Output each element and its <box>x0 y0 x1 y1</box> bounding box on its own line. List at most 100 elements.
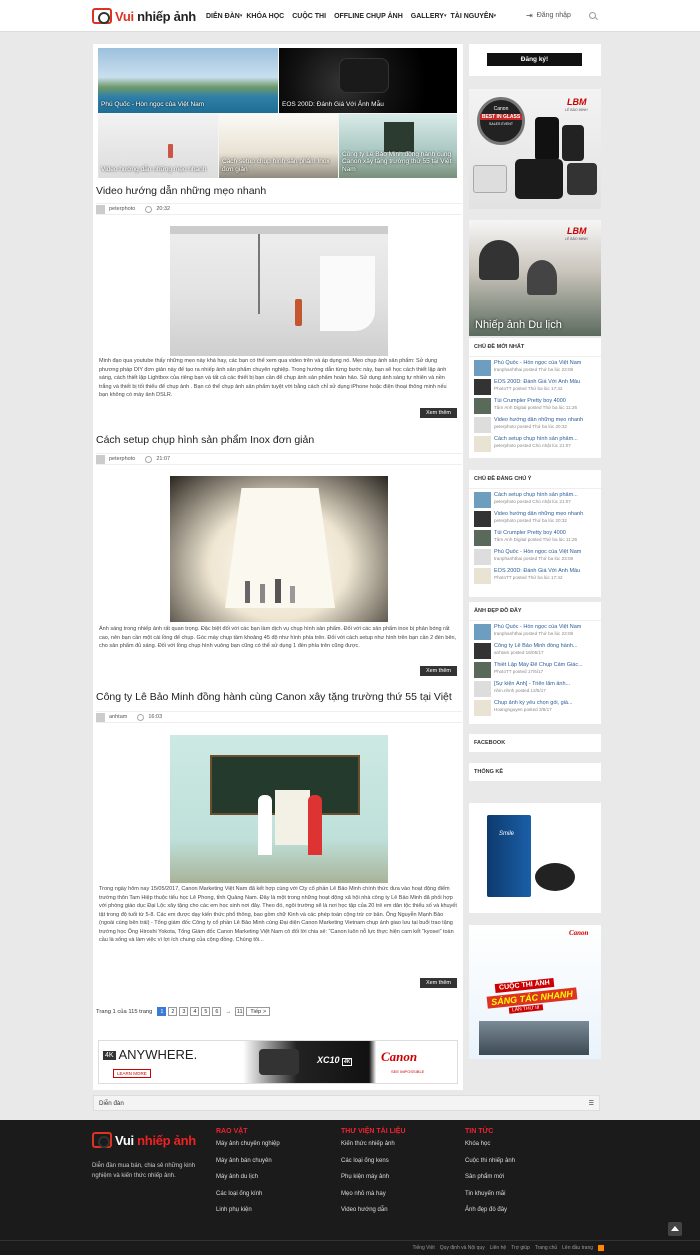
widget-item-title[interactable]: Cách setup chụp hình sản phẩm... <box>494 492 578 499</box>
thumbnail[interactable] <box>474 530 491 546</box>
widget-item-title[interactable]: Cách setup chụp hình sản phẩm... <box>494 436 578 443</box>
thumbnail[interactable] <box>474 417 491 433</box>
travel-photography-ad[interactable]: LBM LÊ BẢO MINH Nhiếp ảnh Du lịch <box>469 220 601 336</box>
footer-link[interactable]: Cuộc thi nhiếp ảnh <box>465 1158 515 1164</box>
page-last[interactable]: 11 <box>235 1007 245 1016</box>
footer-link[interactable]: Máy ảnh chuyên nghiệp <box>216 1141 280 1147</box>
footer-link[interactable]: Video hướng dẫn <box>341 1207 406 1213</box>
site-logo[interactable]: Vui nhiếp ảnh <box>92 6 196 26</box>
nav-khoa-hoc[interactable]: KHÓA HỌC <box>242 13 288 20</box>
widget-item-title[interactable]: Video hướng dẫn những mẹo nhanh <box>494 417 583 424</box>
article-image[interactable] <box>170 476 388 622</box>
slide-eos-200d[interactable]: EOS 200D: Đánh Giá Với Ảnh Mẫu <box>279 48 457 113</box>
widget-item-title[interactable]: Túi Crumpler Pretty boy 4000 <box>494 398 577 405</box>
article-title[interactable]: Công ty Lê Bảo Minh đồng hành cùng Canon… <box>96 691 452 703</box>
widget-item-title[interactable]: [Sự kiện Ảnh] - Triển lãm ảnh... <box>494 681 570 688</box>
photo-contest-ad[interactable]: Canon CUỘC THI ẢNH SÁNG TÁC NHANH LẦN TH… <box>469 925 601 1059</box>
slide-le-bao-minh[interactable]: Công ty Lê Bảo Minh đồng hành cùng Canon… <box>339 114 457 178</box>
thumbnail[interactable] <box>474 681 491 697</box>
article-image[interactable] <box>170 735 388 883</box>
widget-item-title[interactable]: Thiết Lập Máy Để Chụp Cảm Giác... <box>494 662 583 669</box>
footer-link[interactable]: Ảnh đẹp đó đây <box>465 1207 515 1213</box>
search-icon[interactable] <box>589 12 596 19</box>
widget-item[interactable]: Cách setup chụp hình sản phẩm... peterpho… <box>474 436 596 452</box>
footer-bottom-link[interactable]: Trợ giúp <box>511 1245 530 1251</box>
thumbnail[interactable] <box>474 398 491 414</box>
widget-item[interactable]: EOS 200D: Đánh Giá Với Ảnh Mẫu PhotoTT po… <box>474 568 596 584</box>
page-2[interactable]: 2 <box>168 1007 178 1016</box>
article-author[interactable]: anhtam <box>109 714 127 720</box>
footer-bottom-link[interactable]: Quy định và Nội quy <box>440 1245 485 1251</box>
widget-item-title[interactable]: Phú Quốc - Hòn ngọc của Việt Nam <box>494 549 581 556</box>
page-4[interactable]: 4 <box>190 1007 200 1016</box>
spyder-smile-ad[interactable]: Smile <box>469 803 601 913</box>
footer-link[interactable]: Tin khuyến mãi <box>465 1191 515 1197</box>
article-title[interactable]: Video hướng dẫn những mẹo nhanh <box>96 185 266 197</box>
footer-link[interactable]: Sản phẩm mới <box>465 1174 515 1180</box>
widget-item[interactable]: Video hướng dẫn những mẹo nhanh peterphot… <box>474 417 596 433</box>
nav-offline[interactable]: OFFLINE CHỤP ẢNH <box>330 13 407 20</box>
widget-item-title[interactable]: Phú Quốc - Hòn ngọc của Việt Nam <box>494 624 581 631</box>
footer-link[interactable]: Máy ảnh du lịch <box>216 1174 280 1180</box>
page-5[interactable]: 5 <box>201 1007 211 1016</box>
thumbnail[interactable] <box>474 643 491 659</box>
widget-item-title[interactable]: EOS 200D: Đánh Giá Với Ảnh Mẫu <box>494 568 580 575</box>
rss-icon[interactable] <box>598 1245 604 1251</box>
nav-tai-nguyen[interactable]: TÀI NGUYÊN <box>446 13 497 20</box>
nav-cuoc-thi[interactable]: CUỘC THI <box>288 13 330 20</box>
read-more-button[interactable]: Xem thêm <box>420 666 457 676</box>
widget-item[interactable]: Thiết Lập Máy Để Chụp Cảm Giác... PhotoTT… <box>474 662 596 678</box>
register-button[interactable]: Đăng ký! <box>487 53 582 66</box>
next-page-button[interactable]: Tiếp > <box>246 1007 271 1016</box>
page-3[interactable]: 3 <box>179 1007 189 1016</box>
widget-item[interactable]: Công ty Lê Bảo Minh đồng hành... anhtam p… <box>474 643 596 659</box>
ad-learn-more[interactable]: LEARN MORE <box>113 1069 151 1078</box>
read-more-button[interactable]: Xem thêm <box>420 408 457 418</box>
thumbnail[interactable] <box>474 360 491 376</box>
footer-bottom-link[interactable]: Liên hệ <box>490 1245 506 1251</box>
breadcrumb-forum[interactable]: Diễn đàn <box>99 1100 124 1107</box>
footer-link[interactable]: Kiến thức nhiếp ảnh <box>341 1141 406 1147</box>
thumbnail[interactable] <box>474 549 491 565</box>
widget-item-title[interactable]: EOS 200D: Đánh Giá Với Ảnh Mẫu <box>494 379 580 386</box>
widget-item[interactable]: Phú Quốc - Hòn ngọc của Việt Nam tranphan… <box>474 549 596 565</box>
canon-best-in-glass-ad[interactable]: Canon BEST IN GLASS SALES EVENT LBM LÊ B… <box>469 89 601 209</box>
thumbnail[interactable] <box>474 379 491 395</box>
widget-item-title[interactable]: Túi Crumpler Pretty boy 4000 <box>494 530 577 537</box>
nav-dien-dan[interactable]: DIỄN ĐÀN <box>202 13 244 20</box>
footer-bottom-link[interactable]: Lên đầu trang <box>562 1245 593 1251</box>
page-1[interactable]: 1 <box>157 1007 167 1016</box>
article-title[interactable]: Cách setup chụp hình sản phẩm Inox đơn g… <box>96 434 314 446</box>
widget-item-title[interactable]: Chụp ảnh kỷ yếu chọn gói, giá... <box>494 700 573 707</box>
widget-item[interactable]: EOS 200D: Đánh Giá Với Ảnh Mẫu PhotoTT po… <box>474 379 596 395</box>
footer-link[interactable]: Các loại ống kens <box>341 1158 406 1164</box>
footer-link[interactable]: Các loại ống kính <box>216 1191 280 1197</box>
widget-item-title[interactable]: Video hướng dẫn những mẹo nhanh <box>494 511 583 518</box>
footer-link[interactable]: Phụ kiện máy ảnh <box>341 1174 406 1180</box>
thumbnail[interactable] <box>474 436 491 452</box>
footer-link[interactable]: Máy ảnh bán chuyên <box>216 1158 280 1164</box>
footer-link[interactable]: Mẹo nhỏ mà hay <box>341 1191 406 1197</box>
footer-bottom-link[interactable]: Trang chủ <box>535 1245 557 1251</box>
widget-item[interactable]: Chụp ảnh kỷ yếu chọn gói, giá... Hoangngu… <box>474 700 596 716</box>
widget-item-title[interactable]: Phú Quốc - Hòn ngọc của Việt Nam <box>494 360 581 367</box>
canon-xc10-ad[interactable]: 4K ANYWHERE. LEARN MORE XC10 4K Canon SE… <box>98 1040 458 1084</box>
footer-link[interactable]: Khóa học <box>465 1141 515 1147</box>
footer-link[interactable]: Linh phụ kiện <box>216 1207 280 1213</box>
widget-item[interactable]: Cách setup chụp hình sản phẩm... peterpho… <box>474 492 596 508</box>
widget-item[interactable]: [Sự kiện Ảnh] - Triển lãm ảnh... nhin.nhn… <box>474 681 596 697</box>
widget-item[interactable]: Túi Crumpler Pretty boy 4000 Tâm Anh Digi… <box>474 530 596 546</box>
thumbnail[interactable] <box>474 568 491 584</box>
footer-logo[interactable]: Vui nhiếp ảnh <box>92 1132 196 1148</box>
menu-icon[interactable]: ☰ <box>589 1100 594 1107</box>
thumbnail[interactable] <box>474 662 491 678</box>
footer-bottom-link[interactable]: Tiếng Việt <box>412 1245 434 1251</box>
nav-gallery[interactable]: GALLERY <box>407 13 448 20</box>
thumbnail[interactable] <box>474 511 491 527</box>
widget-item-title[interactable]: Công ty Lê Bảo Minh đồng hành... <box>494 643 577 650</box>
slide-setup-inox[interactable]: Cách setup chụp hình sản phẩm Inox đơn g… <box>219 114 338 178</box>
article-author[interactable]: peterphoto <box>109 456 135 462</box>
widget-item[interactable]: Video hướng dẫn những mẹo nhanh peterphot… <box>474 511 596 527</box>
thumbnail[interactable] <box>474 700 491 716</box>
read-more-button[interactable]: Xem thêm <box>420 978 457 988</box>
